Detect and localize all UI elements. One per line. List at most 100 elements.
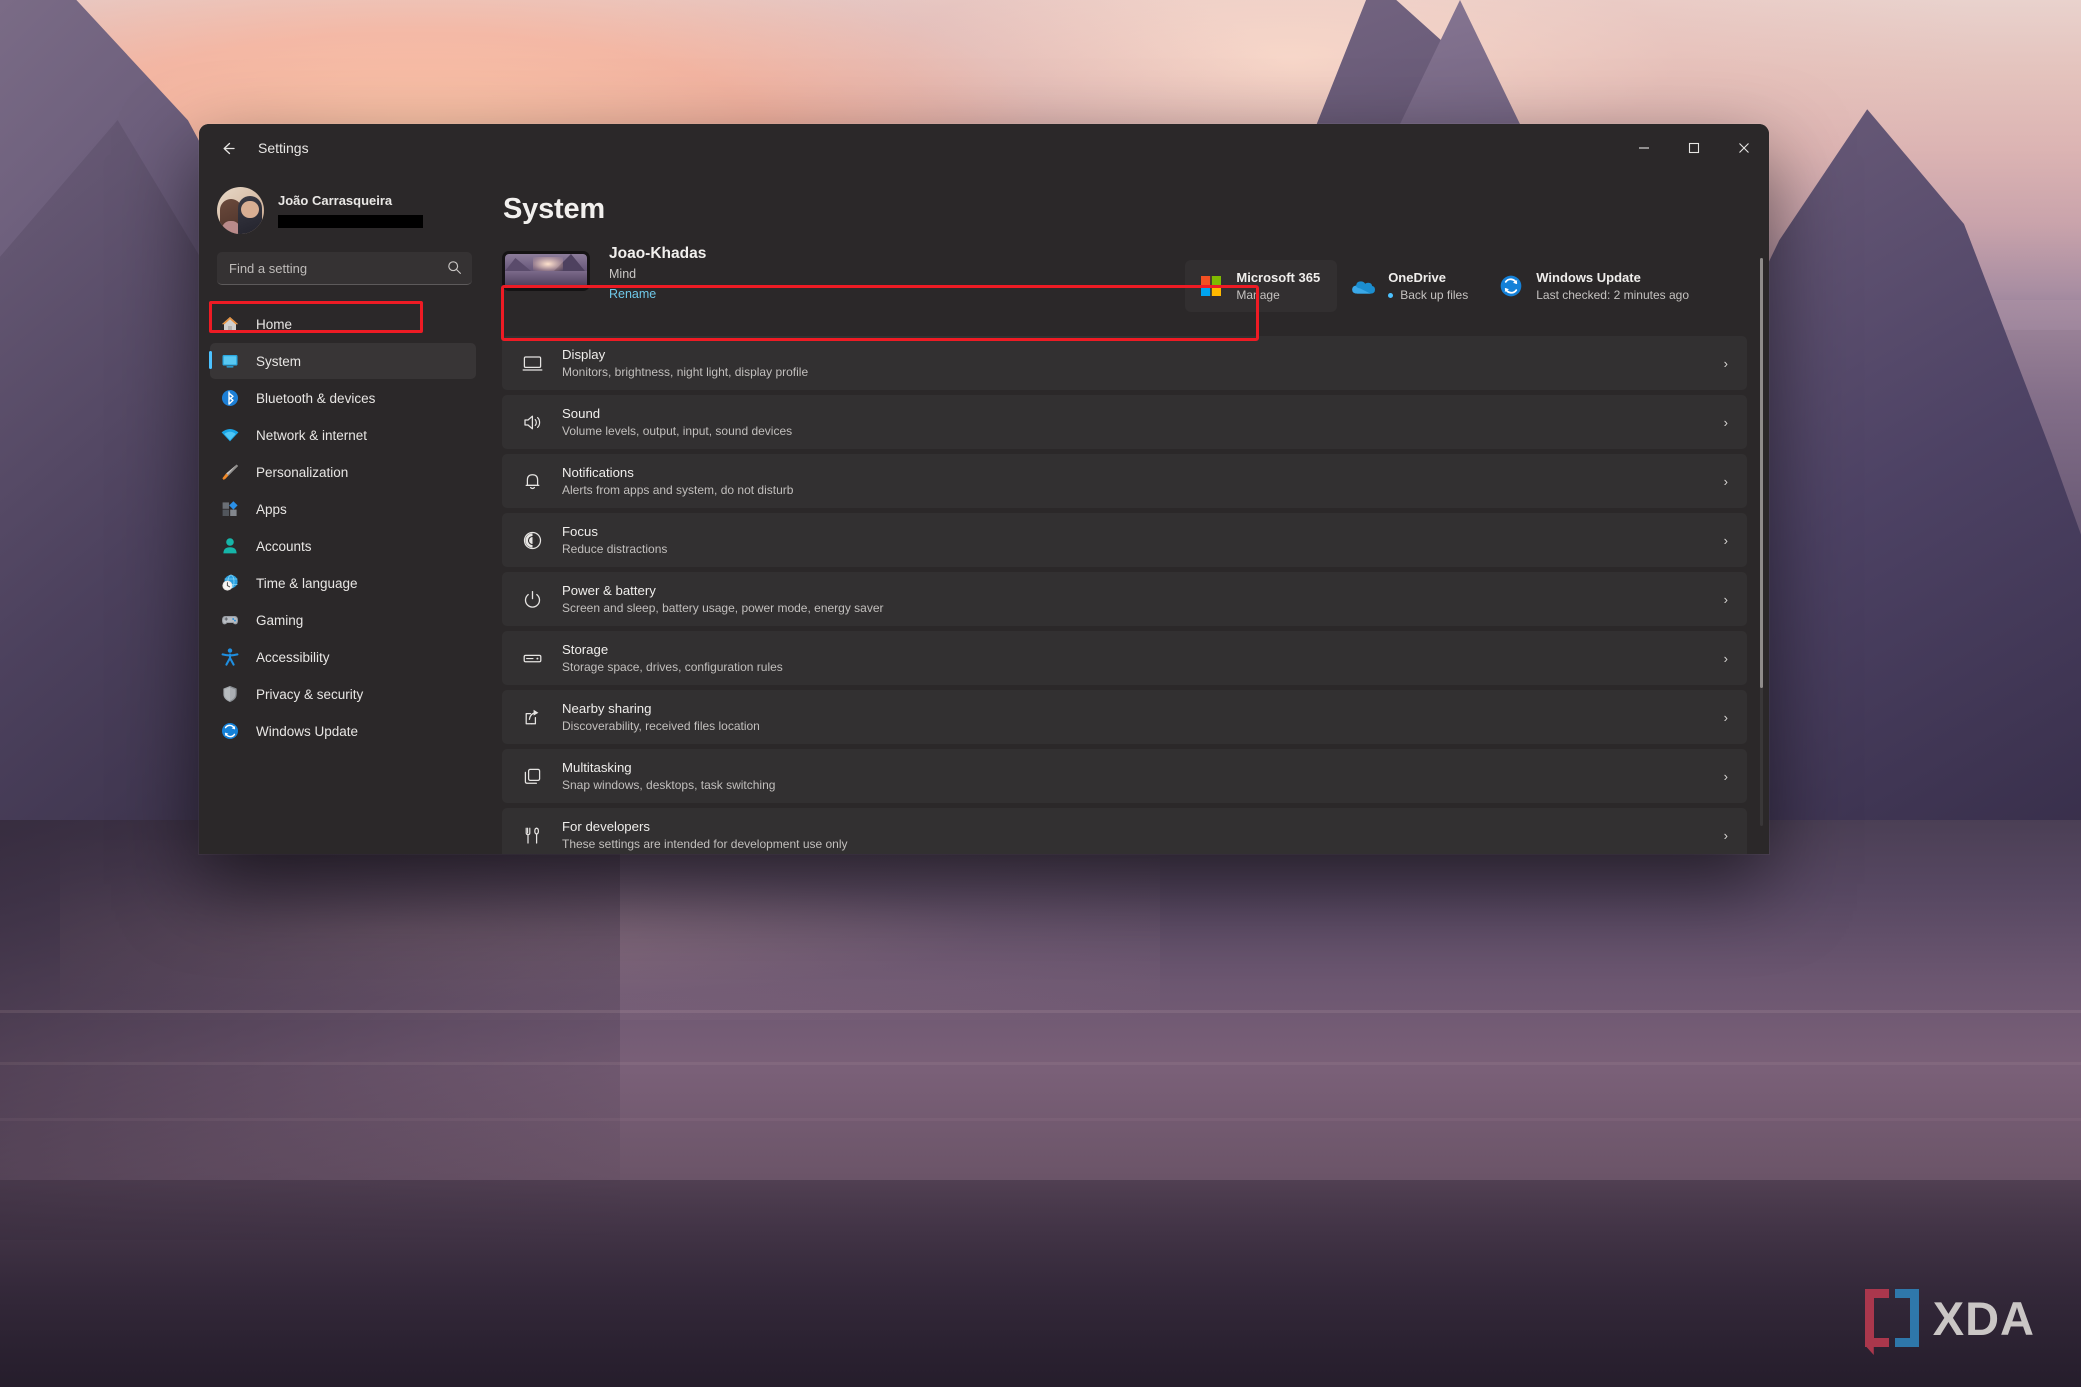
sidebar-item-label: Bluetooth & devices — [256, 390, 376, 406]
microsoft-365-card[interactable]: Microsoft 365 Manage — [1185, 260, 1338, 312]
sidebar-item-label: Gaming — [256, 612, 304, 628]
setting-title: Display — [562, 347, 606, 362]
device-name: Joao-Khadas — [609, 245, 707, 262]
service-card-subtitle: Back up files — [1388, 288, 1468, 302]
sidebar-item-windows-update[interactable]: Windows Update — [210, 713, 476, 749]
maximize-button[interactable] — [1669, 124, 1719, 172]
sidebar-item-label: Accounts — [256, 538, 312, 554]
xda-watermark-text: XDA — [1932, 1291, 2035, 1345]
close-button[interactable] — [1719, 124, 1769, 172]
setting-subtitle: Discoverability, received files location — [562, 719, 760, 733]
sidebar-item-system[interactable]: System — [209, 343, 476, 379]
setting-subtitle: Snap windows, desktops, task switching — [562, 778, 776, 792]
speaker-icon — [520, 410, 545, 435]
back-arrow-icon — [223, 142, 235, 154]
sidebar-item-label: Personalization — [256, 464, 349, 480]
power-icon — [520, 587, 545, 612]
sidebar-item-label: Apps — [256, 501, 287, 517]
home-icon — [220, 314, 240, 334]
setting-row-focus[interactable]: Focus Reduce distractions › — [502, 513, 1747, 567]
status-dot — [1388, 292, 1394, 298]
setting-subtitle: Alerts from apps and system, do not dist… — [562, 483, 794, 497]
wallpaper-water-streak — [0, 1062, 2081, 1065]
onedrive-icon — [1350, 273, 1376, 299]
setting-row-display[interactable]: Display Monitors, brightness, night ligh… — [502, 336, 1747, 390]
setting-row-nearby-sharing[interactable]: Nearby sharing Discoverability, received… — [502, 690, 1747, 744]
setting-title: Storage — [562, 642, 609, 657]
sidebar-item-label: Windows Update — [256, 723, 359, 739]
sidebar-item-label: Time & language — [256, 575, 358, 591]
page-title: System — [503, 193, 605, 225]
sidebar-item-label: Accessibility — [256, 649, 330, 665]
sidebar-item-gaming[interactable]: Gaming — [210, 602, 476, 638]
sidebar-item-label: Home — [256, 316, 293, 332]
service-card-subtitle-text: Back up files — [1400, 288, 1469, 302]
windows-update-icon — [1498, 273, 1524, 299]
sidebar-item-personalization[interactable]: Personalization — [210, 454, 476, 490]
settings-list: Display Monitors, brightness, night ligh… — [502, 336, 1747, 854]
sidebar-item-apps[interactable]: Apps — [210, 491, 476, 527]
setting-row-multitasking[interactable]: Multitasking Snap windows, desktops, tas… — [502, 749, 1747, 803]
windows-update-card[interactable]: Windows Update Last checked: 2 minutes a… — [1485, 260, 1706, 312]
sidebar-item-time-language[interactable]: Time & language — [210, 565, 476, 601]
windows-update-icon — [220, 721, 240, 741]
sidebar-item-accessibility[interactable]: Accessibility — [210, 639, 476, 675]
wallpaper-lake-shadow — [0, 820, 620, 1240]
user-email-redacted — [278, 214, 423, 228]
bell-icon — [520, 469, 545, 494]
wallpaper-shore — [0, 1180, 2081, 1387]
service-card-subtitle: Manage — [1236, 288, 1320, 302]
service-card-title: OneDrive — [1388, 270, 1446, 285]
chevron-right-icon: › — [1723, 414, 1728, 430]
search-input[interactable] — [217, 252, 472, 285]
focus-icon — [520, 528, 545, 553]
setting-subtitle: Reduce distractions — [562, 542, 668, 556]
chevron-right-icon: › — [1723, 709, 1728, 725]
user-profile-block[interactable]: João Carrasqueira — [199, 172, 490, 236]
setting-subtitle: Screen and sleep, battery usage, power m… — [562, 601, 884, 615]
desktop-wallpaper: XDA Settings João Carrasqueira Find a se… — [0, 0, 2081, 1387]
sidebar: João Carrasqueira Find a setting Home Sy… — [199, 172, 490, 854]
chevron-right-icon: › — [1723, 532, 1728, 548]
device-thumbnail — [502, 251, 590, 291]
accessibility-icon — [220, 647, 240, 667]
microsoft-365-icon — [1198, 273, 1224, 299]
back-button[interactable] — [209, 129, 247, 167]
sidebar-item-privacy-security[interactable]: Privacy & security — [210, 676, 476, 712]
service-cards: Microsoft 365 Manage OneDrive Back up fi… — [1185, 260, 1706, 312]
chevron-right-icon: › — [1723, 473, 1728, 489]
service-card-title: Microsoft 365 — [1236, 270, 1321, 285]
setting-row-sound[interactable]: Sound Volume levels, output, input, soun… — [502, 395, 1747, 449]
setting-row-power-battery[interactable]: Power & battery Screen and sleep, batter… — [502, 572, 1747, 626]
sidebar-item-bluetooth-devices[interactable]: Bluetooth & devices — [210, 380, 476, 416]
chevron-right-icon: › — [1723, 355, 1728, 371]
multitasking-icon — [520, 764, 545, 789]
setting-subtitle: These settings are intended for developm… — [562, 837, 848, 851]
wifi-icon — [220, 425, 240, 445]
developer-tools-icon — [520, 823, 545, 848]
storage-icon — [520, 646, 545, 671]
minimize-button[interactable] — [1619, 124, 1669, 172]
monitor-icon — [520, 351, 545, 376]
close-icon — [1739, 143, 1749, 153]
device-model: Mind — [609, 267, 637, 281]
sidebar-item-home[interactable]: Home — [210, 306, 476, 342]
setting-row-notifications[interactable]: Notifications Alerts from apps and syste… — [502, 454, 1747, 508]
paintbrush-icon — [220, 462, 240, 482]
sidebar-item-network-internet[interactable]: Network & internet — [210, 417, 476, 453]
shield-icon — [220, 684, 240, 704]
minimize-icon — [1639, 147, 1649, 149]
search-box — [217, 252, 472, 285]
rename-link[interactable]: Rename — [609, 287, 656, 301]
scrollbar-thumb[interactable] — [1760, 258, 1763, 688]
sidebar-item-accounts[interactable]: Accounts — [210, 528, 476, 564]
window-title: Settings — [258, 140, 309, 156]
setting-title: Nearby sharing — [562, 701, 652, 716]
sidebar-item-label: Privacy & security — [256, 686, 364, 702]
setting-row-for-developers[interactable]: For developers These settings are intend… — [502, 808, 1747, 854]
setting-row-storage[interactable]: Storage Storage space, drives, configura… — [502, 631, 1747, 685]
content-scrollbar[interactable] — [1760, 258, 1763, 826]
onedrive-card[interactable]: OneDrive Back up files — [1337, 260, 1485, 312]
setting-title: Focus — [562, 524, 598, 539]
service-card-subtitle-text: Last checked: 2 minutes ago — [1536, 288, 1689, 302]
